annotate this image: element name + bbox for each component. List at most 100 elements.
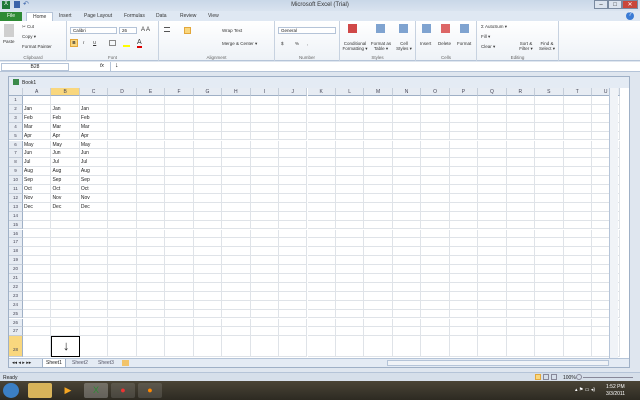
cell-H6[interactable]	[222, 140, 251, 150]
cell-T15[interactable]	[563, 220, 592, 230]
cell-F25[interactable]	[165, 309, 194, 319]
cell-R17[interactable]	[506, 238, 536, 248]
cell-M13[interactable]	[364, 202, 393, 212]
cell-O3[interactable]	[421, 113, 450, 123]
column-header[interactable]: O	[421, 88, 450, 96]
cell-F4[interactable]	[165, 122, 194, 132]
cell-R15[interactable]	[506, 220, 536, 230]
cell-M7[interactable]	[364, 149, 393, 159]
cell-D2[interactable]	[108, 104, 137, 114]
cell-B2[interactable]: Jan	[51, 104, 80, 114]
cell-O15[interactable]	[421, 220, 450, 230]
cell-I6[interactable]	[250, 140, 280, 150]
cell-T3[interactable]	[563, 113, 592, 123]
cell-I18[interactable]	[250, 247, 280, 257]
cell-P13[interactable]	[449, 202, 479, 212]
cell-J4[interactable]	[279, 122, 308, 132]
cell-J13[interactable]	[279, 202, 308, 212]
tab-formulas[interactable]: Formulas	[118, 12, 151, 21]
cell-G16[interactable]	[193, 229, 223, 239]
cell-K28[interactable]	[307, 336, 336, 358]
cell-Q9[interactable]	[478, 167, 507, 177]
cell-R24[interactable]	[506, 300, 536, 310]
cell-L18[interactable]	[335, 247, 365, 257]
cell-F20[interactable]	[165, 265, 194, 274]
cell-B18[interactable]	[51, 247, 80, 257]
cell-M1[interactable]	[364, 96, 393, 105]
cell-Q19[interactable]	[478, 256, 507, 266]
wrap-text-button[interactable]: Wrap Text	[222, 28, 242, 33]
excel-taskbar-icon[interactable]: X	[84, 383, 108, 398]
cell-A27[interactable]	[23, 327, 52, 337]
cell-T1[interactable]	[563, 96, 592, 105]
row-header[interactable]: 28	[9, 336, 23, 358]
cell-S21[interactable]	[535, 274, 564, 283]
minimize-button[interactable]: –	[594, 0, 608, 9]
cell-P27[interactable]	[449, 327, 479, 337]
column-header[interactable]: H	[222, 88, 251, 96]
column-header[interactable]: C	[79, 88, 109, 96]
cell-O2[interactable]	[421, 104, 450, 114]
percent-button[interactable]: %	[295, 41, 299, 46]
cell-Q13[interactable]	[478, 202, 507, 212]
cell-H28[interactable]	[222, 336, 251, 358]
chrome-taskbar-icon[interactable]: ●	[111, 383, 135, 398]
cell-H19[interactable]	[222, 256, 251, 266]
cell-M4[interactable]	[364, 122, 393, 132]
cell-B9[interactable]: Aug	[51, 167, 80, 177]
cell-N24[interactable]	[392, 300, 422, 310]
cell-M15[interactable]	[364, 220, 393, 230]
cell-F6[interactable]	[165, 140, 194, 150]
cell-F23[interactable]	[165, 291, 194, 301]
zoom-out-button[interactable]	[576, 374, 582, 380]
cell-R3[interactable]	[506, 113, 536, 123]
cell-K24[interactable]	[307, 300, 336, 310]
cell-C18[interactable]	[79, 247, 109, 257]
cell-E14[interactable]	[136, 211, 166, 221]
cell-O24[interactable]	[421, 300, 450, 310]
cell-B19[interactable]	[51, 256, 80, 266]
row-header[interactable]: 23	[9, 291, 23, 301]
cell-F26[interactable]	[165, 318, 194, 328]
cell-F27[interactable]	[165, 327, 194, 337]
cell-F28[interactable]	[165, 336, 194, 358]
column-header[interactable]: P	[449, 88, 479, 96]
cell-G28[interactable]	[193, 336, 223, 358]
cell-L14[interactable]	[335, 211, 365, 221]
cell-L23[interactable]	[335, 291, 365, 301]
align-middle-icon[interactable]	[184, 27, 191, 34]
cell-E1[interactable]	[136, 96, 166, 105]
cell-H21[interactable]	[222, 274, 251, 283]
cell-S28[interactable]	[535, 336, 564, 358]
page-break-view-button[interactable]	[551, 374, 557, 380]
cell-B1[interactable]	[51, 96, 80, 105]
cell-L27[interactable]	[335, 327, 365, 337]
cell-J19[interactable]	[279, 256, 308, 266]
cell-N20[interactable]	[392, 265, 422, 274]
cell-S11[interactable]	[535, 185, 564, 194]
cell-K21[interactable]	[307, 274, 336, 283]
cell-S17[interactable]	[535, 238, 564, 248]
cell-R10[interactable]	[506, 176, 536, 185]
cell-P4[interactable]	[449, 122, 479, 132]
cell-E5[interactable]	[136, 131, 166, 141]
cell-J23[interactable]	[279, 291, 308, 301]
cell-E3[interactable]	[136, 113, 166, 123]
cell-R19[interactable]	[506, 256, 536, 266]
row-header[interactable]: 21	[9, 274, 23, 283]
row-header[interactable]: 8	[9, 158, 23, 168]
cell-O13[interactable]	[421, 202, 450, 212]
row-header[interactable]: 26	[9, 318, 23, 328]
cell-E21[interactable]	[136, 274, 166, 283]
cell-A19[interactable]	[23, 256, 52, 266]
clear-button[interactable]: Clear ▾	[481, 44, 495, 50]
font-size-select[interactable]: 26	[119, 27, 137, 34]
cell-B28[interactable]: ↓	[51, 336, 80, 358]
cell-Q18[interactable]	[478, 247, 507, 257]
cell-Q26[interactable]	[478, 318, 507, 328]
cell-L22[interactable]	[335, 282, 365, 292]
cell-B20[interactable]	[51, 265, 80, 274]
cell-D23[interactable]	[108, 291, 137, 301]
cell-I13[interactable]	[250, 202, 280, 212]
cell-O1[interactable]	[421, 96, 450, 105]
